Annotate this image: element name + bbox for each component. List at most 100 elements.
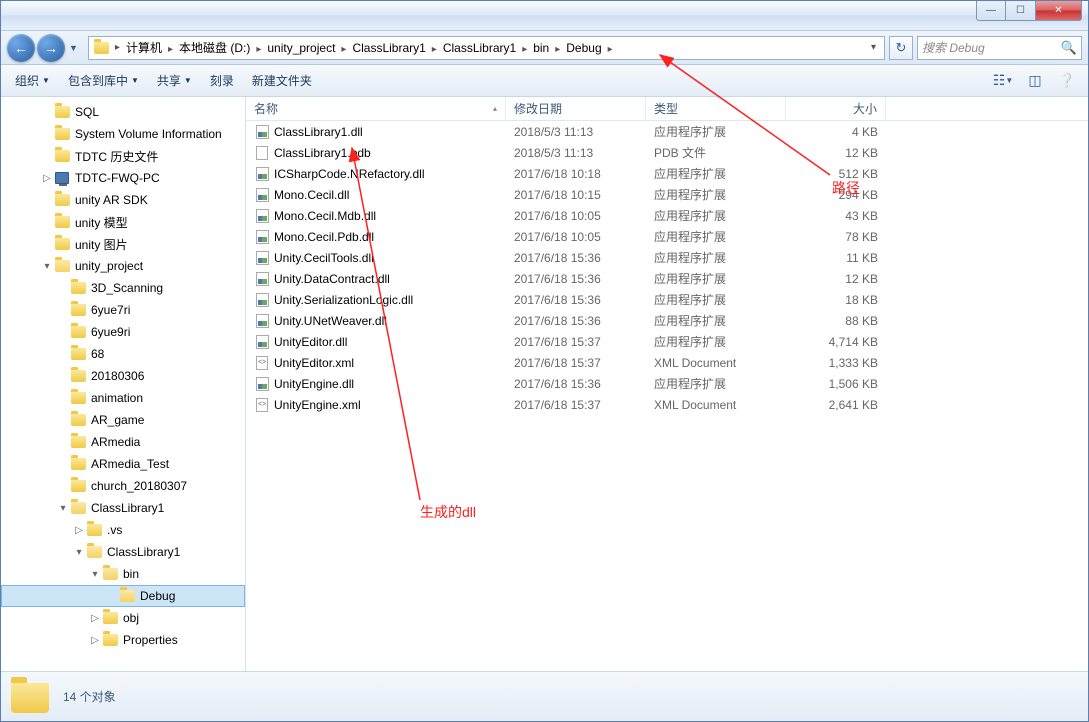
- breadcrumb-segment[interactable]: ClassLibrary1: [439, 41, 520, 55]
- breadcrumb-bar[interactable]: ▸ 计算机▸本地磁盘 (D:)▸unity_project▸ClassLibra…: [88, 36, 885, 60]
- column-size[interactable]: 大小: [786, 97, 886, 120]
- chevron-right-icon[interactable]: ▸: [553, 44, 562, 55]
- tree-item-label: unity_project: [75, 259, 143, 273]
- tree-item[interactable]: unity 图片: [1, 233, 245, 255]
- tree-expander-icon[interactable]: ▷: [73, 525, 85, 536]
- tree-item[interactable]: SQL: [1, 101, 245, 123]
- file-row[interactable]: UnityEngine.dll2017/6/18 15:36应用程序扩展1,50…: [246, 373, 1088, 394]
- tree-expander-icon[interactable]: ▷: [89, 635, 101, 646]
- tree-item[interactable]: ▷.vs: [1, 519, 245, 541]
- breadcrumb-segment[interactable]: 本地磁盘 (D:): [175, 41, 254, 55]
- nav-history-dropdown[interactable]: ▼: [69, 43, 78, 53]
- minimize-button[interactable]: —: [976, 1, 1006, 21]
- tree-item[interactable]: unity AR SDK: [1, 189, 245, 211]
- tree-expander-icon[interactable]: ▾: [89, 569, 101, 580]
- chevron-right-icon[interactable]: ▸: [520, 44, 529, 55]
- tree-item[interactable]: ▷TDTC-FWQ-PC: [1, 167, 245, 189]
- include-in-library-menu[interactable]: 包含到库中▼: [62, 70, 145, 91]
- organize-menu[interactable]: 组织▼: [9, 70, 56, 91]
- tree-item[interactable]: ▾bin: [1, 563, 245, 585]
- breadcrumb-segment[interactable]: bin: [529, 41, 553, 55]
- tree-item[interactable]: ARmedia_Test: [1, 453, 245, 475]
- tree-item[interactable]: ▾ClassLibrary1: [1, 497, 245, 519]
- tree-item[interactable]: 6yue7ri: [1, 299, 245, 321]
- title-bar: — ☐ ✕: [1, 1, 1088, 31]
- tree-item[interactable]: 3D_Scanning: [1, 277, 245, 299]
- tree-item[interactable]: System Volume Information: [1, 123, 245, 145]
- chevron-right-icon[interactable]: ▸: [430, 44, 439, 55]
- maximize-button[interactable]: ☐: [1006, 1, 1036, 21]
- tree-item[interactable]: TDTC 历史文件: [1, 145, 245, 167]
- breadcrumb-segment[interactable]: ClassLibrary1: [348, 41, 429, 55]
- breadcrumb-segment[interactable]: unity_project: [263, 41, 339, 55]
- file-row[interactable]: Unity.UNetWeaver.dll2017/6/18 15:36应用程序扩…: [246, 310, 1088, 331]
- file-size: 12 KB: [786, 146, 886, 160]
- file-date: 2017/6/18 15:36: [506, 293, 646, 307]
- navigation-tree[interactable]: SQLSystem Volume InformationTDTC 历史文件▷TD…: [1, 97, 246, 671]
- close-button[interactable]: ✕: [1036, 1, 1082, 21]
- tree-item-label: unity 图片: [75, 236, 128, 253]
- tree-item[interactable]: 20180306: [1, 365, 245, 387]
- tree-expander-icon[interactable]: ▷: [41, 173, 53, 184]
- share-menu[interactable]: 共享▼: [151, 70, 198, 91]
- tree-item[interactable]: unity 模型: [1, 211, 245, 233]
- breadcrumb-dropdown[interactable]: ▾: [865, 42, 882, 53]
- tree-item[interactable]: AR_game: [1, 409, 245, 431]
- file-row[interactable]: Unity.DataContract.dll2017/6/18 15:36应用程…: [246, 268, 1088, 289]
- address-bar-row: ← → ▼ ▸ 计算机▸本地磁盘 (D:)▸unity_project▸Clas…: [1, 31, 1088, 65]
- file-type: 应用程序扩展: [646, 186, 786, 203]
- burn-button[interactable]: 刻录: [204, 70, 240, 91]
- refresh-button[interactable]: ↻: [889, 36, 913, 60]
- tree-item[interactable]: ▷obj: [1, 607, 245, 629]
- file-row[interactable]: Mono.Cecil.dll2017/6/18 10:15应用程序扩展294 K…: [246, 184, 1088, 205]
- file-row[interactable]: Mono.Cecil.Mdb.dll2017/6/18 10:05应用程序扩展4…: [246, 205, 1088, 226]
- back-button[interactable]: ←: [7, 34, 35, 62]
- chevron-right-icon[interactable]: ▸: [113, 42, 122, 53]
- view-options-button[interactable]: ☷ ▼: [990, 70, 1016, 92]
- tree-expander-icon[interactable]: ▾: [57, 503, 69, 514]
- tree-item[interactable]: ▾ unity_project: [1, 255, 245, 277]
- column-date[interactable]: 修改日期: [506, 97, 646, 120]
- tree-item[interactable]: 68: [1, 343, 245, 365]
- file-row[interactable]: Mono.Cecil.Pdb.dll2017/6/18 10:05应用程序扩展7…: [246, 226, 1088, 247]
- forward-button[interactable]: →: [37, 34, 65, 62]
- column-type[interactable]: 类型: [646, 97, 786, 120]
- tree-item[interactable]: ▾ClassLibrary1: [1, 541, 245, 563]
- dll-file-icon: [254, 187, 270, 203]
- tree-item[interactable]: ▷Properties: [1, 629, 245, 651]
- chevron-right-icon[interactable]: ▸: [254, 44, 263, 55]
- file-row[interactable]: Unity.CecilTools.dll2017/6/18 15:36应用程序扩…: [246, 247, 1088, 268]
- breadcrumb-segment[interactable]: Debug: [562, 41, 605, 55]
- file-list[interactable]: 名称▴ 修改日期 类型 大小 ClassLibrary1.dll2018/5/3…: [246, 97, 1088, 671]
- tree-item[interactable]: 6yue9ri: [1, 321, 245, 343]
- breadcrumb-segment[interactable]: 计算机: [122, 41, 166, 55]
- file-row[interactable]: ClassLibrary1.pdb2018/5/3 11:13PDB 文件12 …: [246, 142, 1088, 163]
- column-name[interactable]: 名称▴: [246, 97, 506, 120]
- search-input[interactable]: 搜索 Debug 🔍: [917, 36, 1082, 60]
- file-row[interactable]: UnityEngine.xml2017/6/18 15:37XML Docume…: [246, 394, 1088, 415]
- tree-item[interactable]: animation: [1, 387, 245, 409]
- file-type: XML Document: [646, 398, 786, 412]
- file-row[interactable]: UnityEditor.xml2017/6/18 15:37XML Docume…: [246, 352, 1088, 373]
- file-name: ClassLibrary1.dll: [274, 125, 363, 139]
- new-folder-button[interactable]: 新建文件夹: [246, 70, 318, 91]
- tree-expander-icon[interactable]: ▾: [73, 547, 85, 558]
- dll-file-icon: [254, 250, 270, 266]
- file-size: 2,641 KB: [786, 398, 886, 412]
- file-name: Mono.Cecil.Pdb.dll: [274, 230, 374, 244]
- tree-item[interactable]: Debug: [1, 585, 245, 607]
- chevron-right-icon[interactable]: ▸: [606, 44, 615, 55]
- folder-icon: [85, 522, 103, 538]
- chevron-right-icon[interactable]: ▸: [166, 44, 175, 55]
- file-row[interactable]: ICSharpCode.NRefactory.dll2017/6/18 10:1…: [246, 163, 1088, 184]
- tree-item[interactable]: ARmedia: [1, 431, 245, 453]
- tree-expander-icon[interactable]: ▾: [41, 261, 53, 272]
- file-row[interactable]: ClassLibrary1.dll2018/5/3 11:13应用程序扩展4 K…: [246, 121, 1088, 142]
- tree-expander-icon[interactable]: ▷: [89, 613, 101, 624]
- tree-item[interactable]: church_20180307: [1, 475, 245, 497]
- help-button[interactable]: ❔: [1054, 70, 1080, 92]
- tree-item-label: 6yue7ri: [91, 303, 130, 317]
- preview-pane-button[interactable]: ◫: [1022, 70, 1048, 92]
- file-row[interactable]: UnityEditor.dll2017/6/18 15:37应用程序扩展4,71…: [246, 331, 1088, 352]
- file-row[interactable]: Unity.SerializationLogic.dll2017/6/18 15…: [246, 289, 1088, 310]
